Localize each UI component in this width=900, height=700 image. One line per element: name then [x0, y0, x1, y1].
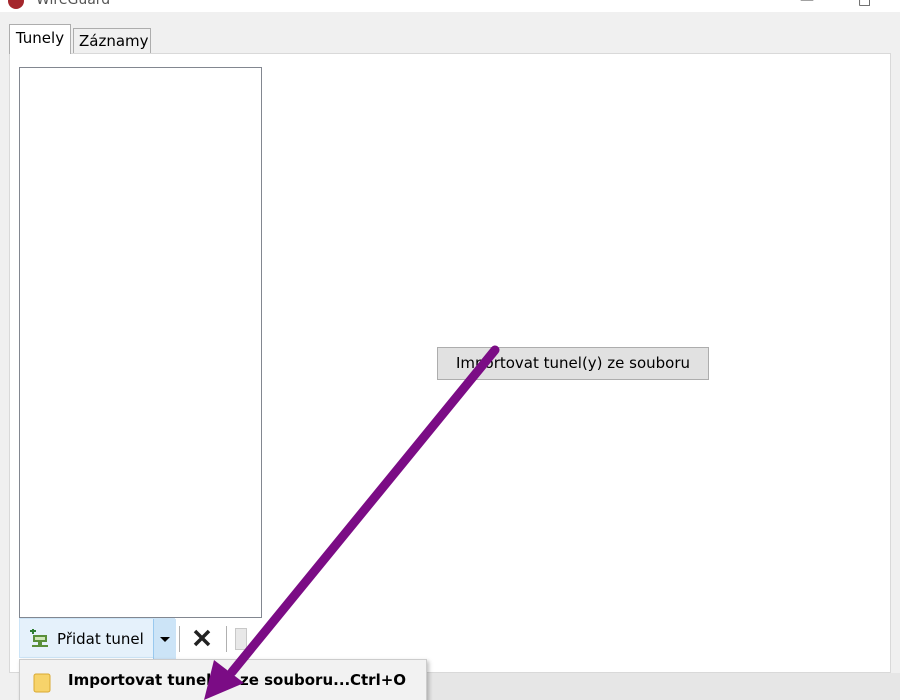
title-bar: WireGuard — □	[0, 0, 900, 12]
chevron-down-icon	[160, 637, 170, 642]
add-tunnel-dropdown-toggle[interactable]	[153, 619, 176, 659]
folder-icon	[33, 673, 51, 693]
background-strip	[427, 673, 900, 700]
import-tunnels-button[interactable]: Importovat tunel(y) ze souboru	[437, 347, 709, 380]
toolbar-separator	[226, 626, 227, 652]
delete-icon[interactable]	[189, 625, 215, 651]
add-tunnel-button[interactable]: Přidat tunel	[19, 618, 176, 659]
tunnel-list[interactable]	[19, 67, 262, 618]
export-icon[interactable]	[235, 628, 247, 650]
window-title: WireGuard	[36, 0, 111, 8]
menu-item-shortcut: Ctrl+O	[350, 671, 407, 689]
minimize-button[interactable]: —	[800, 0, 814, 8]
maximize-button[interactable]: □	[858, 0, 871, 8]
add-tunnel-label: Přidat tunel	[57, 630, 144, 648]
tab-tunnels[interactable]: Tunely	[9, 24, 71, 54]
menu-item-import[interactable]: Importovat tunel(y) ze souboru... Ctrl+O	[22, 662, 424, 698]
add-tunnel-menu: Importovat tunel(y) ze souboru... Ctrl+O	[19, 659, 427, 700]
app-logo-icon	[8, 0, 24, 9]
tab-logs[interactable]: Záznamy	[73, 28, 151, 53]
app-window: WireGuard — □ Tunely Záznamy Importovat …	[0, 0, 900, 700]
menu-item-label: Importovat tunel(y) ze souboru...	[68, 671, 351, 689]
tunnel-toolbar: Přidat tunel	[19, 618, 262, 659]
toolbar-separator	[179, 626, 180, 652]
add-tunnel-icon	[30, 629, 48, 647]
